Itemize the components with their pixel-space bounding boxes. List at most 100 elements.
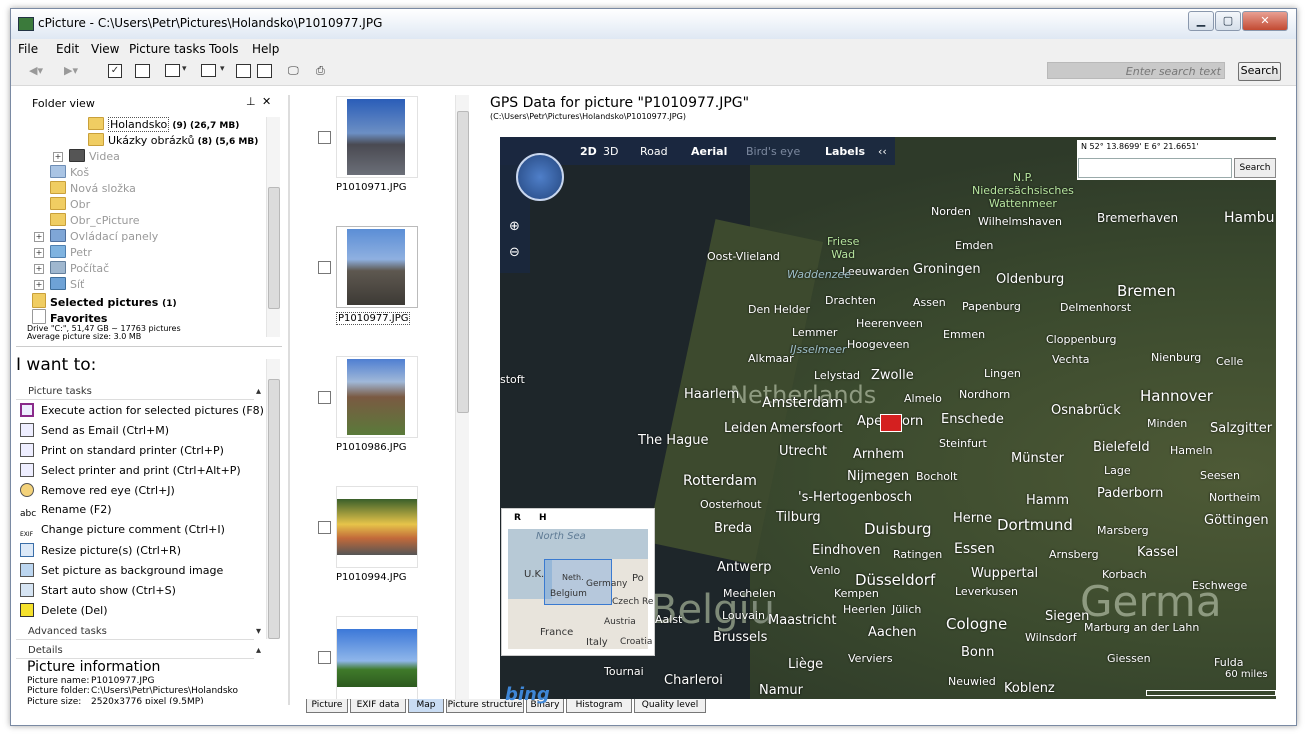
monitor-icon[interactable]: 🖵 [288, 64, 299, 78]
select-checkbox-icon[interactable]: ✓ [108, 64, 122, 78]
thumbnail[interactable] [336, 96, 418, 178]
task-set-background[interactable]: Set picture as background image [20, 563, 223, 577]
map-birdseye-button[interactable]: Bird's eye [746, 145, 800, 158]
task-red-eye[interactable]: Remove red eye (Ctrl+J) [20, 483, 175, 497]
thumbnail[interactable] [336, 486, 418, 568]
folder-scrollbar[interactable] [266, 117, 280, 337]
label-julich: Jülich [892, 603, 922, 616]
scrollbar-thumb[interactable] [457, 111, 469, 413]
map-pan-compass[interactable] [516, 153, 564, 201]
tab-map[interactable]: Map [408, 699, 444, 713]
task-rename[interactable]: abc Rename (F2) [20, 503, 112, 523]
thumbnail-view-icon[interactable] [201, 64, 216, 77]
expand-icon[interactable]: + [53, 152, 63, 162]
minimap-hybrid-button[interactable]: H [539, 513, 547, 523]
location-pin-icon[interactable] [880, 414, 902, 432]
map-aerial-button[interactable]: Aerial [691, 145, 727, 158]
task-send-email[interactable]: Send as Email (Ctrl+M) [20, 423, 169, 437]
tree-item-obr-cpicture[interactable]: Obr_cPicture [50, 213, 140, 227]
thumbnail-checkbox[interactable] [318, 261, 331, 274]
thumbnail-checkbox[interactable] [318, 521, 331, 534]
printer-icon[interactable]: ⎙ [316, 64, 325, 78]
zoom-in-icon[interactable]: ⊕ [509, 219, 520, 234]
thumbnail-checkbox[interactable] [318, 391, 331, 404]
map-search-input[interactable] [1078, 158, 1232, 178]
thumbnail[interactable] [336, 616, 418, 700]
menu-view[interactable]: View [91, 42, 119, 56]
task-delete[interactable]: Delete (Del) [20, 603, 108, 617]
map-labels-button[interactable]: Labels [825, 145, 865, 158]
list-view-icon[interactable] [165, 64, 180, 77]
picture-tasks-section[interactable]: Picture tasks ▴ [16, 386, 261, 400]
expand-icon[interactable]: + [34, 248, 44, 258]
task-resize[interactable]: Resize picture(s) (Ctrl+R) [20, 543, 181, 557]
tree-item-ovladaci-panely[interactable]: Ovládací panely [50, 229, 158, 243]
task-auto-show[interactable]: Start auto show (Ctrl+S) [20, 583, 176, 597]
task-change-comment[interactable]: EXIF Change picture comment (Ctrl+I) [20, 523, 225, 545]
tab-picture[interactable]: Picture [306, 699, 348, 713]
thumbnail-selected[interactable] [336, 226, 418, 308]
tree-item-holandsko[interactable]: Holandsko (9) (26,7 MB) [88, 117, 239, 132]
tree-item-obr[interactable]: Obr [50, 197, 90, 211]
menu-file[interactable]: File [18, 42, 38, 56]
details-view-icon[interactable] [236, 64, 251, 78]
map-search-button[interactable]: Search [1234, 158, 1276, 178]
map-road-button[interactable]: Road [640, 145, 668, 158]
scrollbar-thumb[interactable] [268, 187, 280, 309]
expand-icon[interactable]: + [34, 264, 44, 274]
back-icon[interactable]: ◀▾ [29, 64, 43, 78]
collapse-icon[interactable]: ▴ [256, 645, 261, 656]
details-section[interactable]: Details ▴ [16, 645, 261, 659]
pin-icon[interactable]: ⊥ [246, 95, 256, 108]
minimap-road-button[interactable]: R [514, 513, 521, 523]
minimize-button[interactable]: ▁ [1188, 11, 1214, 31]
search-input[interactable]: Enter search text [1047, 62, 1225, 79]
expand-icon[interactable]: ▾ [256, 626, 261, 637]
collapse-icon[interactable]: ▴ [256, 386, 261, 397]
thumbnail[interactable] [336, 356, 418, 438]
title-bar[interactable]: cPicture - C:\Users\Petr\Pictures\Holand… [11, 9, 1296, 39]
advanced-tasks-section[interactable]: Advanced tasks ▾ [16, 626, 261, 640]
tree-item-nova-slozka[interactable]: Nová složka [50, 181, 136, 195]
menu-picture-tasks[interactable]: Picture tasks [129, 42, 206, 56]
tree-item-petr[interactable]: Petr [50, 245, 92, 259]
close-button[interactable]: ✕ [1242, 11, 1288, 31]
tree-item-selected-pictures[interactable]: Selected pictures (1) [32, 293, 177, 309]
expand-icon[interactable]: + [34, 232, 44, 242]
task-print-standard[interactable]: Print on standard printer (Ctrl+P) [20, 443, 224, 457]
tree-item-sit[interactable]: Síť [50, 277, 84, 291]
tree-item-pocitac[interactable]: Počítač [50, 261, 109, 275]
maximize-button[interactable]: ▢ [1215, 11, 1241, 31]
split-view-icon[interactable] [257, 64, 272, 78]
thumbnail-checkbox[interactable] [318, 131, 331, 144]
tree-item-kos[interactable]: Koš [50, 165, 89, 179]
thumbnail-scrollbar[interactable] [455, 95, 469, 699]
tree-item-videa[interactable]: Videa [69, 149, 120, 163]
splitter[interactable] [288, 95, 290, 705]
task-select-printer[interactable]: Select printer and print (Ctrl+Alt+P) [20, 463, 241, 477]
close-icon[interactable]: ✕ [262, 95, 271, 108]
map-3d-button[interactable]: 3D [603, 145, 618, 158]
map-2d-button[interactable]: 2D [580, 145, 597, 158]
tree-item-favorites[interactable]: Favorites [32, 309, 107, 325]
menu-edit[interactable]: Edit [56, 42, 79, 56]
tree-item-ukazky[interactable]: Ukázky obrázků (8) (5,6 MB) [88, 133, 258, 147]
chevron-down-icon[interactable]: ▾ [220, 64, 225, 78]
expand-icon[interactable]: + [34, 280, 44, 290]
scrollbar-thumb[interactable] [268, 379, 280, 639]
chevron-down-icon[interactable]: ▾ [182, 64, 187, 78]
tasks-scrollbar[interactable] [266, 359, 280, 639]
single-view-icon[interactable] [135, 64, 150, 78]
map-collapse-button[interactable]: ‹‹ [878, 145, 887, 158]
tab-quality[interactable]: Quality level [634, 699, 706, 713]
tab-histogram[interactable]: Histogram [566, 699, 632, 713]
task-execute-action[interactable]: Execute action for selected pictures (F8… [20, 403, 264, 417]
menu-help[interactable]: Help [252, 42, 279, 56]
forward-icon[interactable]: ▶▾ [64, 64, 78, 78]
menu-tools[interactable]: Tools [209, 42, 239, 56]
tab-exif[interactable]: EXIF data [350, 699, 406, 713]
search-button[interactable]: Search [1238, 62, 1281, 81]
thumbnail-checkbox[interactable] [318, 651, 331, 664]
overview-minimap[interactable]: R H North Sea U.K. Neth. Germany Belgium… [501, 508, 655, 656]
zoom-out-icon[interactable]: ⊖ [509, 245, 520, 260]
